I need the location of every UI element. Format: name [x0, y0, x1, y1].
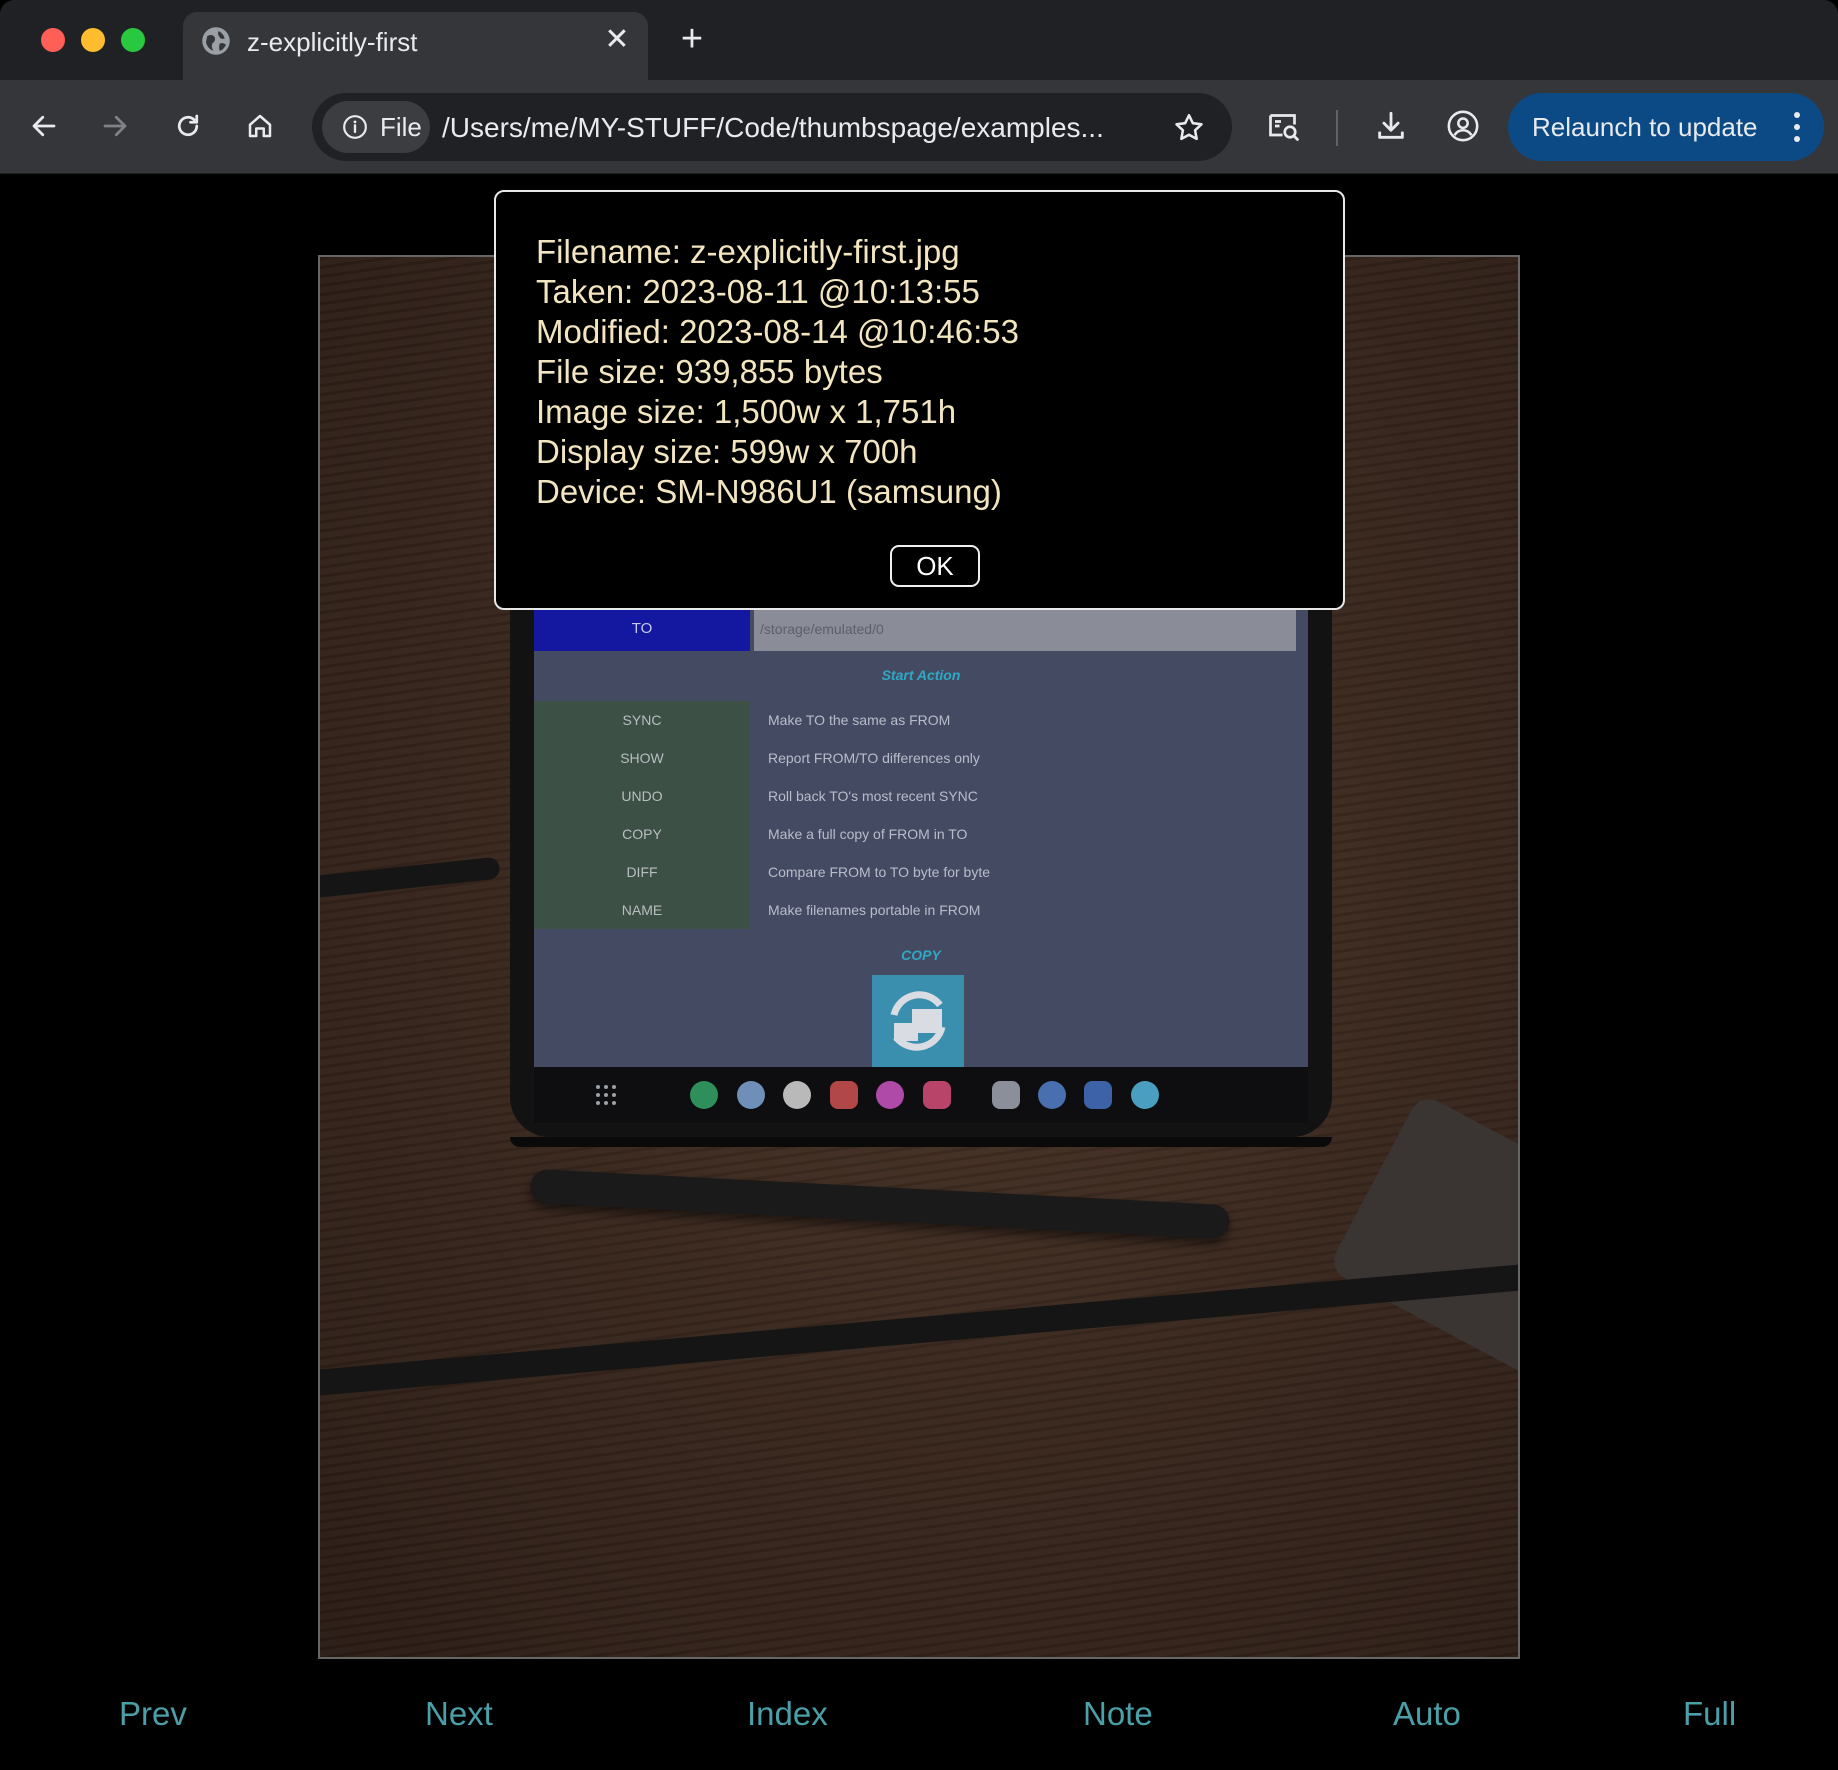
photo-action-desc: Make a full copy of FROM in TO [768, 826, 968, 842]
settings-app-icon [1038, 1081, 1066, 1109]
back-button[interactable] [20, 102, 68, 150]
notes-app-icon [830, 1081, 858, 1109]
photo-action-desc: Roll back TO's most recent SYNC [768, 788, 978, 804]
tab-active[interactable]: z-explicitly-first ✕ [183, 12, 648, 80]
window-minimize-button[interactable] [81, 28, 105, 52]
profile-icon [1447, 110, 1479, 142]
info-text: Filename: z-explicitly-first.jpg Taken: … [536, 232, 1019, 512]
download-icon [1378, 111, 1404, 139]
sync-app-icon [872, 975, 964, 1067]
forward-button[interactable] [91, 102, 139, 150]
photo-tablet-base [510, 1137, 1332, 1147]
toolbar-separator [1336, 110, 1338, 146]
photo-action-cmd: NAME [534, 891, 750, 929]
photo-to-label: TO [534, 607, 750, 651]
info-taken: Taken: 2023-08-11 @10:13:55 [536, 273, 980, 310]
photo-action-desc: Compare FROM to TO byte for byte [768, 864, 991, 880]
app-grid-icon [596, 1085, 616, 1105]
photo-action-row: UNDO Roll back TO's most recent SYNC [534, 777, 1308, 815]
reload-button[interactable] [164, 102, 212, 150]
tab-bar: z-explicitly-first ✕ + [0, 0, 1838, 80]
photo-copy-label: COPY [901, 947, 941, 963]
phone-app-icon [690, 1081, 718, 1109]
photo-action-row: COPY Make a full copy of FROM in TO [534, 815, 1308, 853]
photo-to-row: TO /storage/emulated/0 [534, 607, 1308, 651]
window-maximize-button[interactable] [121, 28, 145, 52]
photo-action-cmd: DIFF [534, 853, 750, 891]
info-device: Device: SM-N986U1 (samsung) [536, 473, 1002, 510]
next-link[interactable]: Next [425, 1694, 493, 1734]
info-file-size: File size: 939,855 bytes [536, 353, 883, 390]
downloads-button[interactable] [1367, 102, 1415, 150]
arrow-right-icon [103, 115, 127, 137]
home-button[interactable] [236, 102, 284, 150]
photo-action-row: NAME Make filenames portable in FROM [534, 891, 1308, 929]
toolbar: File /Users/me/MY-STUFF/Code/thumbspage/… [0, 80, 1838, 174]
camera-app-icon [923, 1081, 951, 1109]
site-chip-label: File [380, 112, 422, 142]
reading-mode-button[interactable] [1260, 102, 1308, 150]
browser-window: z-explicitly-first ✕ + File /Users/me/MY… [0, 0, 1838, 1770]
tab-title: z-explicitly-first [247, 27, 418, 57]
chrome-app-icon [783, 1081, 811, 1109]
photo-action-desc: Make filenames portable in FROM [768, 902, 981, 918]
info-filename: Filename: z-explicitly-first.jpg [536, 233, 960, 270]
window-close-button[interactable] [41, 28, 65, 52]
home-icon [248, 114, 272, 138]
info-dialog: Filename: z-explicitly-first.jpg Taken: … [494, 190, 1345, 610]
note-link[interactable]: Note [1083, 1694, 1153, 1734]
bookmark-star-icon[interactable] [1172, 111, 1206, 145]
reload-icon [177, 114, 199, 137]
profile-button[interactable] [1439, 102, 1487, 150]
relaunch-button[interactable]: Relaunch to update [1508, 93, 1824, 161]
play-store-app-icon [992, 1081, 1020, 1109]
gallery-app-icon [876, 1081, 904, 1109]
photo-action-cmd: COPY [534, 815, 750, 853]
index-link[interactable]: Index [747, 1694, 828, 1734]
url-text[interactable]: /Users/me/MY-STUFF/Code/thumbspage/examp… [442, 111, 1142, 145]
new-tab-button[interactable]: + [672, 20, 712, 60]
arrow-left-icon [32, 115, 56, 137]
more-vertical-icon[interactable] [1792, 109, 1802, 145]
files-app-icon [1084, 1081, 1112, 1109]
photo-action-row: SHOW Report FROM/TO differences only [534, 739, 1308, 777]
messages-app-icon [737, 1081, 765, 1109]
photo-action-desc: Report FROM/TO differences only [768, 750, 980, 766]
photo-action-row: DIFF Compare FROM to TO byte for byte [534, 853, 1308, 891]
relaunch-label: Relaunch to update [1532, 112, 1758, 142]
auto-link[interactable]: Auto [1393, 1694, 1461, 1734]
photo-action-row: SYNC Make TO the same as FROM [534, 701, 1308, 739]
photo-action-cmd: UNDO [534, 777, 750, 815]
address-bar[interactable]: File /Users/me/MY-STUFF/Code/thumbspage/… [312, 93, 1232, 161]
info-display-size: Display size: 599w x 700h [536, 433, 918, 470]
photo-to-path: /storage/emulated/0 [754, 607, 1296, 651]
info-image-size: Image size: 1,500w x 1,751h [536, 393, 957, 430]
photo-action-desc: Make TO the same as FROM [768, 712, 951, 728]
prev-link[interactable]: Prev [119, 1694, 187, 1734]
photo-start-action: Start Action [881, 667, 961, 683]
info-modified: Modified: 2023-08-14 @10:46:53 [536, 313, 1019, 350]
photo-action-cmd: SHOW [534, 739, 750, 777]
ok-button[interactable]: OK [890, 545, 980, 587]
reading-mode-icon [1269, 114, 1299, 141]
tab-close-icon[interactable]: ✕ [604, 25, 630, 55]
photo-taskbar [534, 1067, 1308, 1123]
photo-action-list: SYNC Make TO the same as FROM SHOW Repor… [534, 701, 1308, 929]
full-link[interactable]: Full [1683, 1694, 1736, 1734]
photo-action-cmd: SYNC [534, 701, 750, 739]
globe-icon [202, 27, 230, 55]
cloud-app-icon [1131, 1081, 1159, 1109]
info-icon [343, 115, 367, 139]
